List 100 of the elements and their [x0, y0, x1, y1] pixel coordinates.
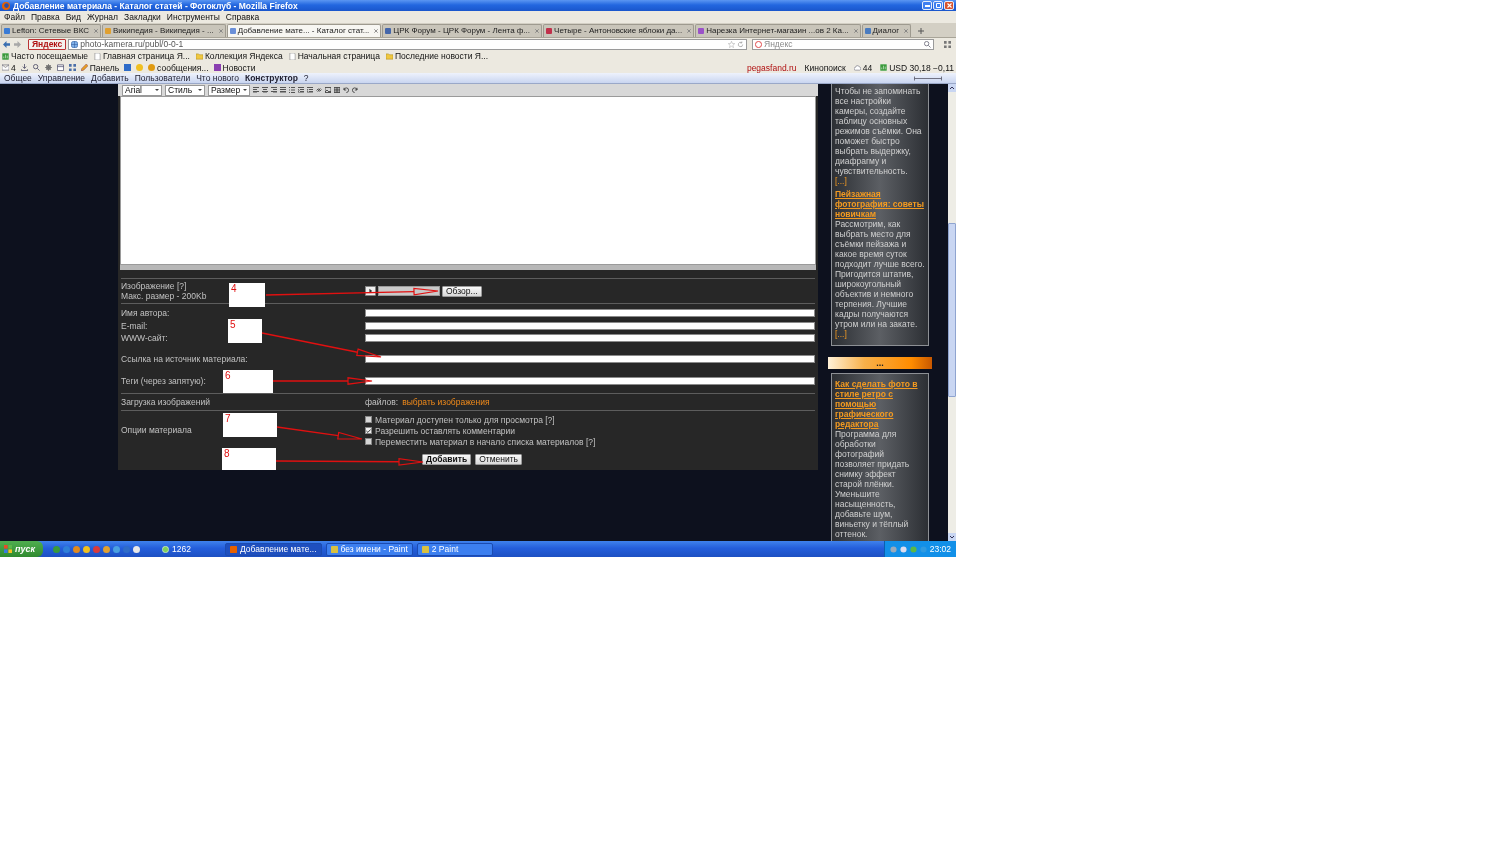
star-icon[interactable]: [728, 40, 735, 48]
search-button[interactable]: [32, 64, 40, 71]
gear-button[interactable]: [44, 64, 52, 71]
toolbar-item[interactable]: Новости: [213, 62, 256, 73]
admin-menu-item[interactable]: Добавить: [91, 73, 129, 83]
menu-item[interactable]: Файл: [1, 12, 28, 22]
scrollbar-thumb[interactable]: [948, 223, 956, 397]
menu-item[interactable]: Правка: [27, 12, 63, 22]
text-field[interactable]: [365, 321, 815, 330]
close-icon[interactable]: [853, 29, 858, 33]
toolbar-item[interactable]: сообщения...: [148, 62, 209, 73]
browser-tab[interactable]: Добавление мате... - Каталог стат...: [226, 24, 382, 37]
browser-tab[interactable]: Lefton: Сетевые ВКС: [1, 24, 102, 37]
menu-item[interactable]: Справка: [222, 12, 263, 22]
align-justify-icon[interactable]: [280, 87, 287, 93]
close-icon[interactable]: [218, 29, 223, 33]
bookmark-item[interactable]: Коллекция Яндекса: [195, 51, 283, 61]
image-icon[interactable]: [325, 87, 332, 93]
align-left-icon[interactable]: [253, 87, 260, 93]
refresh-icon[interactable]: [737, 40, 744, 48]
close-icon[interactable]: [904, 29, 909, 33]
checkbox[interactable]: [365, 438, 372, 445]
format-dropdown[interactable]: Стиль: [165, 84, 205, 96]
taskbar-button[interactable]: без имени - Paint: [325, 542, 413, 556]
taskbar-button[interactable]: Добавление мате...: [225, 542, 322, 556]
format-dropdown[interactable]: Arial: [122, 84, 162, 96]
calendar-button[interactable]: [56, 64, 64, 71]
text-field[interactable]: [365, 309, 815, 318]
admin-menu-item[interactable]: Пользователи: [134, 73, 191, 83]
back-button[interactable]: [2, 39, 11, 49]
toolbar-item[interactable]: 4: [2, 62, 16, 73]
browse-button[interactable]: Обзор...: [442, 285, 482, 297]
toolbar-item[interactable]: USD 30,18 −0,11: [880, 62, 954, 73]
indent-icon[interactable]: [298, 87, 305, 93]
scroll-down-icon[interactable]: [948, 533, 956, 541]
menu-item[interactable]: Закладки: [121, 12, 164, 22]
article-title-link[interactable]: Как сделать фото в стиле ретро с помощью графического редактора: [835, 379, 925, 429]
admin-menu-item[interactable]: Что нового: [196, 73, 239, 83]
start-button[interactable]: пуск: [0, 541, 44, 557]
address-field[interactable]: photo-kamera.ru/publ/0-0-1: [68, 38, 747, 50]
bookmark-item[interactable]: Последние новости Я...: [385, 51, 489, 61]
text-field[interactable]: [365, 334, 815, 343]
align-center-icon[interactable]: [262, 87, 269, 93]
close-icon[interactable]: [374, 29, 379, 33]
grid-button[interactable]: [68, 64, 76, 71]
link-icon[interactable]: [316, 87, 323, 93]
menu-item[interactable]: Инструменты: [163, 12, 223, 22]
yandex-button[interactable]: Яндекс: [28, 38, 67, 50]
align-right-icon[interactable]: [271, 87, 278, 93]
redo-icon[interactable]: [352, 87, 359, 93]
admin-menu-item[interactable]: Конструктор: [244, 73, 298, 83]
toolbar-item[interactable]: pegasfand.ru: [746, 62, 797, 73]
square-button[interactable]: [124, 64, 132, 71]
cancel-button[interactable]: Отменить: [475, 453, 522, 465]
scroll-up-icon[interactable]: [948, 84, 956, 92]
browser-tab[interactable]: ЦРК Форум - ЦРК Форум - Лента ф...: [382, 24, 543, 37]
text-field[interactable]: [365, 355, 815, 364]
minimize-button[interactable]: [922, 1, 932, 10]
read-more-link[interactable]: [...]: [835, 329, 847, 339]
table-icon[interactable]: [334, 87, 341, 93]
toolbar-item[interactable]: Кинопоиск: [804, 62, 846, 73]
toolbar-item[interactable]: 44: [853, 62, 873, 73]
bookmark-item[interactable]: Часто посещаемые: [2, 51, 88, 61]
admin-menu-item[interactable]: Управление: [37, 73, 86, 83]
close-icon[interactable]: [535, 29, 540, 33]
toolbar-item[interactable]: Панель: [80, 62, 120, 73]
close-button[interactable]: [944, 1, 954, 10]
maximize-button[interactable]: [933, 1, 943, 10]
bookmark-item[interactable]: Главная страница Я...: [93, 51, 190, 61]
menu-item[interactable]: Журнал: [84, 12, 122, 22]
scrollbar-track[interactable]: [948, 84, 956, 541]
browser-tab[interactable]: Четыре - Антоновские яблоки да...: [543, 24, 695, 37]
resize-handle-icon[interactable]: [914, 75, 942, 81]
taskbar-button[interactable]: 2 Paint: [416, 542, 493, 556]
file-path-field[interactable]: [378, 286, 440, 296]
close-icon[interactable]: [94, 29, 99, 33]
submit-button[interactable]: Добавить: [422, 453, 472, 465]
browser-tab[interactable]: Диалог: [861, 24, 912, 37]
undo-icon[interactable]: [343, 87, 350, 93]
close-icon[interactable]: [687, 29, 692, 33]
format-dropdown[interactable]: Размер: [208, 84, 251, 96]
article-title-link[interactable]: Пейзажная фотография: советы новичкам: [835, 189, 925, 219]
browser-tab[interactable]: Нарезка Интернет-магазин ...ов 2 Ка...: [695, 24, 861, 37]
admin-menu-item[interactable]: ?: [303, 73, 309, 83]
search-icon[interactable]: [924, 40, 931, 48]
caret-icon[interactable]: [365, 286, 376, 296]
checkbox[interactable]: [365, 416, 372, 423]
outdent-icon[interactable]: [307, 87, 314, 93]
menu-item[interactable]: Вид: [62, 12, 84, 22]
checkbox[interactable]: [365, 427, 372, 434]
select-images-link[interactable]: выбрать изображения: [402, 396, 490, 407]
admin-menu-item[interactable]: Общее: [4, 73, 32, 83]
text-field[interactable]: [365, 377, 815, 386]
status-indicator[interactable]: 1262: [162, 544, 191, 554]
list-icon[interactable]: [289, 87, 296, 93]
bookmark-item[interactable]: Начальная страница: [288, 51, 380, 61]
download-button[interactable]: [20, 64, 28, 71]
browser-tab[interactable]: Википедия - Википедия - ...: [102, 24, 226, 37]
search-field[interactable]: Яндекс: [752, 38, 934, 50]
read-more-link[interactable]: [...]: [835, 176, 847, 186]
